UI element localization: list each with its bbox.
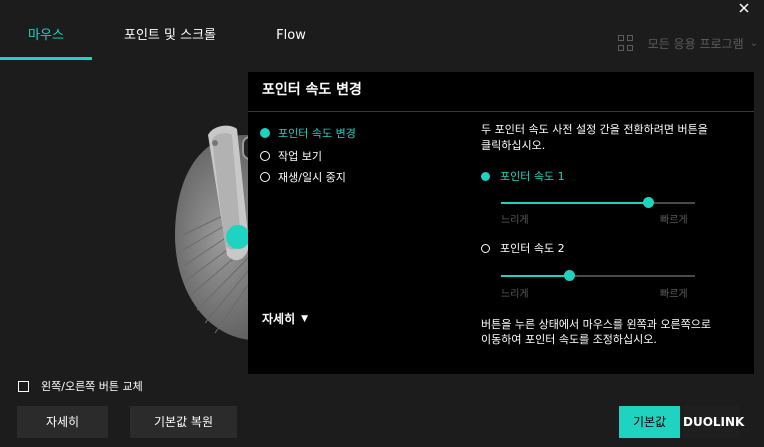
pointer-speed-2-option[interactable]: 포인터 속도 2 xyxy=(481,240,565,256)
popup-description: 두 포인터 속도 사전 설정 간을 전환하려면 버튼을 클릭하십시오. xyxy=(481,123,708,152)
radio-selected-icon xyxy=(260,128,270,138)
tab-flow[interactable]: Flow xyxy=(250,20,332,60)
slider-thumb[interactable] xyxy=(563,270,575,281)
slider-fill xyxy=(501,202,649,204)
speed-label: 포인터 속도 1 xyxy=(500,170,565,183)
duolink-button[interactable]: DUOLINK xyxy=(683,406,744,438)
more-label: 자세히 xyxy=(262,312,296,326)
swap-label: 왼쪽/오른쪽 버튼 교체 xyxy=(41,380,143,393)
pointer-speed-popup: 포인터 속도 변경 포인터 속도 변경 작업 보기 재생/일시 중지 자세히 ▼… xyxy=(248,72,754,374)
default-button[interactable]: 기본값 xyxy=(619,406,680,438)
popup-title: 포인터 속도 변경 xyxy=(248,72,754,112)
fast-label: 빠르게 xyxy=(660,215,688,226)
radio-icon xyxy=(260,151,270,161)
slow-label: 느리게 xyxy=(501,289,529,300)
slow-label: 느리게 xyxy=(501,215,529,226)
option-label: 작업 보기 xyxy=(278,150,322,163)
radio-icon xyxy=(481,243,490,253)
app-selector[interactable]: 모든 응용 프로그램 ⌄ xyxy=(617,32,758,54)
adjust-instructions: 버튼을 누른 상태에서 마우스를 왼쪽과 오른쪽으로 이동하여 포인터 속도를 … xyxy=(481,318,712,346)
chevron-down-icon: ▼ xyxy=(301,313,309,324)
more-details-toggle[interactable]: 자세히 ▼ xyxy=(262,310,308,327)
slider-fill xyxy=(501,275,569,277)
option-play-pause[interactable]: 재생/일시 중지 xyxy=(260,169,346,185)
tab-point-and-scroll[interactable]: 포인트 및 스크롤 xyxy=(100,20,240,60)
tab-mouse[interactable]: 마우스 xyxy=(0,20,92,60)
speed-label: 포인터 속도 2 xyxy=(500,242,565,255)
pointer-speed-1-slider[interactable] xyxy=(501,196,695,210)
option-label: 포인터 속도 변경 xyxy=(278,127,356,140)
app-selector-label: 모든 응용 프로그램 xyxy=(647,36,744,51)
pointer-speed-1-option[interactable]: 포인터 속도 1 xyxy=(481,168,565,184)
radio-selected-icon xyxy=(481,171,490,181)
details-button[interactable]: 자세히 xyxy=(17,406,108,438)
swap-buttons-checkbox[interactable]: 왼쪽/오른쪽 버튼 교체 xyxy=(18,378,143,394)
pointer-speed-2-slider[interactable] xyxy=(501,269,695,283)
radio-icon xyxy=(260,172,270,182)
restore-defaults-button[interactable]: 기본값 복원 xyxy=(130,406,237,438)
chevron-down-icon: ⌄ xyxy=(749,37,758,49)
option-label: 재생/일시 중지 xyxy=(278,171,346,184)
grid-icon xyxy=(617,35,634,51)
option-task-view[interactable]: 작업 보기 xyxy=(260,148,322,164)
slider-thumb[interactable] xyxy=(643,197,655,208)
checkbox-icon xyxy=(18,380,29,392)
window-close-icon[interactable] xyxy=(736,0,752,16)
fast-label: 빠르게 xyxy=(660,289,688,300)
option-change-pointer-speed[interactable]: 포인터 속도 변경 xyxy=(260,125,356,141)
